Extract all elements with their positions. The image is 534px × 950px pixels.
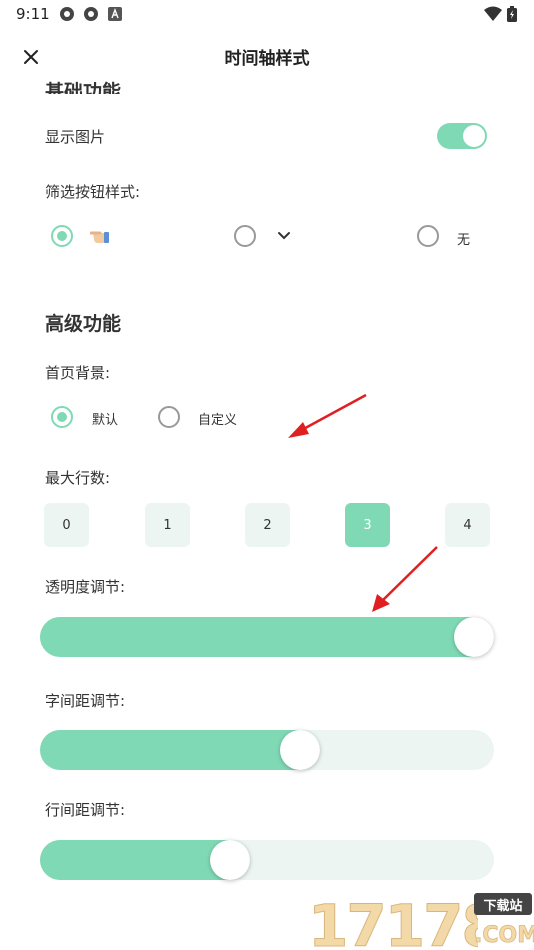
annotation-arrow-2	[372, 546, 438, 612]
line-spacing-slider-thumb[interactable]	[210, 840, 250, 880]
home-bg-default-radio[interactable]	[51, 406, 73, 428]
home-bg-default-label: 默认	[92, 413, 119, 428]
filter-style-label: 筛选按钮样式:	[45, 183, 141, 201]
home-bg-label: 首页背景:	[45, 364, 111, 382]
annotation-arrow-1	[288, 393, 367, 438]
max-lines-option-3[interactable]: 3	[345, 503, 390, 547]
home-bg-custom-label: 自定义	[198, 413, 238, 428]
battery-icon	[507, 6, 517, 22]
max-lines-option-0[interactable]: 0	[44, 503, 89, 547]
line-spacing-slider[interactable]	[40, 840, 494, 880]
max-lines-option-1[interactable]: 1	[145, 503, 190, 547]
watermark-digits: 17178	[308, 892, 478, 950]
watermark-badge: 下载站	[474, 893, 532, 915]
svg-text:.COM: .COM	[474, 923, 534, 948]
sync-icon	[84, 7, 98, 21]
sync-icon	[60, 7, 74, 21]
letter-spacing-slider[interactable]	[40, 730, 494, 770]
watermark-suffix: .COM	[474, 923, 534, 948]
advanced-section-heading: 高级功能	[45, 313, 122, 335]
opacity-label: 透明度调节:	[45, 578, 126, 596]
filter-option-hand-radio[interactable]	[51, 225, 73, 247]
filter-option-none-label: 无	[457, 233, 471, 248]
opacity-slider-thumb[interactable]	[454, 617, 494, 657]
max-lines-label: 最大行数:	[45, 469, 111, 487]
home-bg-custom-radio[interactable]	[158, 406, 180, 428]
show-image-toggle[interactable]	[437, 123, 487, 149]
status-time: 9:11	[16, 5, 50, 23]
show-image-label: 显示图片	[45, 128, 106, 146]
max-lines-option-4[interactable]: 4	[445, 503, 490, 547]
basic-section-heading: 基础功能	[45, 81, 122, 94]
site-watermark-logo: 17178	[308, 892, 478, 950]
wifi-icon	[484, 6, 502, 21]
pointing-hand-icon	[90, 231, 109, 243]
toggle-knob	[463, 125, 485, 147]
filter-option-none-radio[interactable]	[417, 225, 439, 247]
page-title: 时间轴样式	[224, 49, 310, 69]
filter-option-chevron-radio[interactable]	[234, 225, 256, 247]
opacity-slider-fill	[40, 617, 494, 657]
letter-spacing-label: 字间距调节:	[45, 692, 126, 710]
max-lines-option-2[interactable]: 2	[245, 503, 290, 547]
letter-spacing-slider-fill	[40, 730, 320, 770]
letter-spacing-slider-thumb[interactable]	[280, 730, 320, 770]
a-badge-icon	[108, 7, 122, 21]
opacity-slider[interactable]	[40, 617, 494, 657]
line-spacing-label: 行间距调节:	[45, 801, 126, 819]
status-bar: 9:11	[0, 0, 534, 28]
chevron-down-icon	[278, 232, 290, 240]
